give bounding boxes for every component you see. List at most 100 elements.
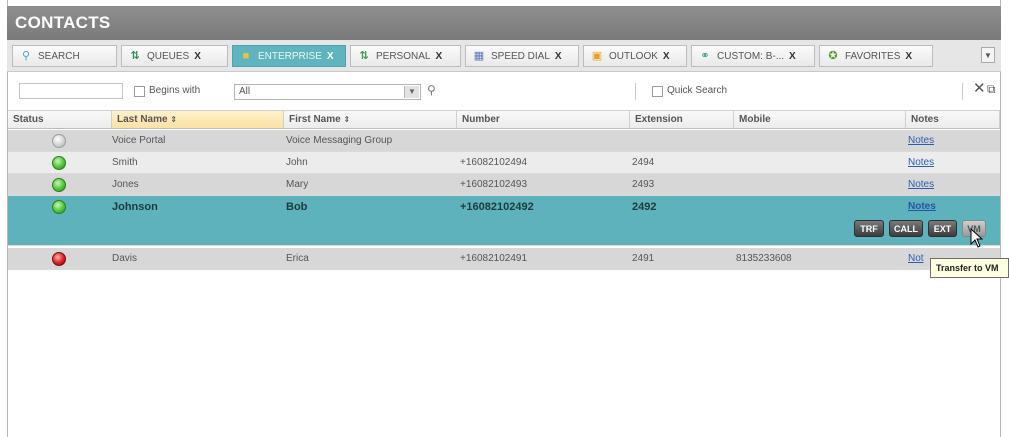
tooltip: Transfer to VM bbox=[930, 258, 1009, 278]
first-name-cell: Voice Messaging Group bbox=[286, 135, 393, 146]
status-busy-icon bbox=[52, 252, 66, 266]
begins-with-checkbox[interactable] bbox=[134, 86, 145, 97]
column-header-mobile[interactable]: Mobile bbox=[734, 110, 906, 129]
speed-dial-icon: ▦ bbox=[473, 50, 485, 62]
table-row[interactable]: Smith John +16082102494 2494 Notes bbox=[8, 152, 1000, 174]
sort-icon: ⇕ bbox=[343, 115, 351, 124]
column-header-label: Last Name bbox=[117, 114, 168, 125]
column-header-label: Number bbox=[462, 114, 500, 125]
tab-label: CUSTOM: B-... bbox=[717, 50, 785, 62]
number-cell: +16082102492 bbox=[460, 201, 534, 213]
tab-close-icon[interactable]: X bbox=[435, 51, 442, 62]
first-name-cell: Erica bbox=[286, 253, 309, 264]
personal-icon: ⇅ bbox=[359, 50, 369, 62]
tab-personal[interactable]: ⇅ PERSONAL X bbox=[350, 45, 461, 67]
notes-link[interactable]: Notes bbox=[908, 179, 934, 190]
first-name-cell: Mary bbox=[286, 179, 309, 190]
last-name-cell: Davis bbox=[112, 253, 138, 264]
table-row[interactable]: Voice Portal Voice Messaging Group Notes bbox=[8, 130, 1000, 152]
table-row[interactable]: Davis Erica +16082102491 2491 8135233608… bbox=[8, 248, 1000, 270]
sort-icon: ⇕ bbox=[170, 115, 178, 124]
tab-queues[interactable]: ⇅ QUEUES X bbox=[121, 45, 228, 67]
filter-select[interactable]: All ▼ bbox=[234, 84, 421, 100]
tab-close-icon[interactable]: X bbox=[327, 51, 334, 62]
status-available-icon bbox=[52, 200, 66, 214]
column-header-label: Mobile bbox=[739, 114, 771, 125]
tab-custom[interactable]: ⚭ CUSTOM: B-... X bbox=[691, 45, 815, 67]
chevron-down-icon: ▼ bbox=[404, 86, 419, 98]
first-name-cell: John bbox=[286, 157, 308, 168]
search-input[interactable] bbox=[19, 83, 123, 99]
column-header-label: Status bbox=[13, 114, 44, 125]
divider bbox=[962, 83, 963, 100]
popout-icon[interactable]: ⧉ bbox=[987, 82, 996, 97]
notes-link[interactable]: Not bbox=[908, 253, 924, 264]
status-available-icon bbox=[52, 178, 66, 192]
column-header-number[interactable]: Number bbox=[457, 110, 630, 129]
tab-favorites[interactable]: ✪ FAVORITES X bbox=[819, 45, 933, 67]
panel-title: CONTACTS bbox=[15, 13, 111, 32]
column-header-first-name[interactable]: First Name ⇕ bbox=[284, 110, 457, 129]
enterprise-icon: ■ bbox=[242, 50, 250, 62]
mouse-cursor-icon bbox=[970, 228, 984, 248]
last-name-cell: Smith bbox=[112, 157, 138, 168]
column-header-label: Notes bbox=[911, 114, 939, 125]
tab-label: ENTERPRISE bbox=[258, 50, 322, 62]
status-unknown-icon bbox=[52, 134, 66, 148]
tab-bar: ⚲ SEARCH ⇅ QUEUES X ■ ENTERPRISE X ⇅ PER… bbox=[7, 40, 1001, 72]
column-header-notes[interactable]: Notes bbox=[906, 110, 1000, 129]
notes-link[interactable]: Notes bbox=[908, 157, 934, 168]
tab-label: SPEED DIAL bbox=[491, 50, 550, 62]
filter-select-value: All bbox=[239, 86, 251, 97]
column-header-last-name[interactable]: Last Name ⇕ bbox=[112, 110, 284, 129]
first-name-cell: Bob bbox=[286, 201, 308, 213]
search-bar: Begins with All ▼ ⚲ Quick Search ✕ ⧉ bbox=[7, 75, 1001, 105]
notes-link[interactable]: Notes bbox=[908, 135, 934, 146]
begins-with-label: Begins with bbox=[149, 85, 201, 96]
last-name-cell: Johnson bbox=[112, 201, 158, 213]
column-header-label: First Name bbox=[289, 114, 341, 125]
tab-close-icon[interactable]: X bbox=[905, 51, 912, 62]
quick-search-checkbox[interactable] bbox=[652, 86, 663, 97]
favorites-icon: ✪ bbox=[828, 50, 838, 62]
number-cell: +16082102491 bbox=[460, 253, 528, 264]
transfer-button[interactable]: TRF bbox=[854, 220, 884, 237]
search-icon[interactable]: ⚲ bbox=[427, 83, 436, 97]
column-header-label: Extension bbox=[635, 114, 683, 125]
clear-icon[interactable]: ✕ bbox=[973, 79, 986, 97]
number-cell: +16082102493 bbox=[460, 179, 528, 190]
tab-close-icon[interactable]: X bbox=[789, 51, 796, 62]
column-header-extension[interactable]: Extension bbox=[630, 110, 734, 129]
extension-cell: 2494 bbox=[632, 157, 655, 168]
tab-search[interactable]: ⚲ SEARCH bbox=[12, 45, 117, 67]
tab-close-icon[interactable]: X bbox=[663, 51, 670, 62]
table-row-selected[interactable]: Johnson Bob +16082102492 2492 Notes TRF … bbox=[8, 196, 1000, 246]
tab-outlook[interactable]: ▣ OUTLOOK X bbox=[583, 45, 687, 67]
quick-search-label: Quick Search bbox=[667, 85, 728, 96]
tab-label: OUTLOOK bbox=[609, 50, 658, 62]
divider bbox=[635, 83, 636, 100]
number-cell: +16082102494 bbox=[460, 157, 528, 168]
extension-button[interactable]: EXT bbox=[928, 220, 957, 237]
last-name-cell: Jones bbox=[112, 179, 139, 190]
title-bar: CONTACTS bbox=[7, 6, 1001, 40]
tab-label: PERSONAL bbox=[376, 50, 431, 62]
call-button[interactable]: CALL bbox=[889, 220, 923, 237]
chevron-down-icon: ▼ bbox=[984, 51, 992, 60]
custom-icon: ⚭ bbox=[700, 50, 710, 62]
tab-speed-dial[interactable]: ▦ SPEED DIAL X bbox=[465, 45, 579, 67]
tab-label: FAVORITES bbox=[845, 50, 901, 62]
mobile-cell: 8135233608 bbox=[736, 253, 792, 264]
tab-overflow-button[interactable]: ▼ bbox=[981, 47, 995, 63]
extension-cell: 2491 bbox=[632, 253, 655, 264]
extension-cell: 2493 bbox=[632, 179, 655, 190]
outlook-icon: ▣ bbox=[591, 50, 603, 62]
tab-close-icon[interactable]: X bbox=[194, 51, 201, 62]
notes-link[interactable]: Notes bbox=[908, 201, 936, 212]
table-row[interactable]: Jones Mary +16082102493 2493 Notes bbox=[8, 174, 1000, 196]
tab-close-icon[interactable]: X bbox=[555, 51, 562, 62]
last-name-cell: Voice Portal bbox=[112, 135, 166, 146]
column-header-status[interactable]: Status bbox=[8, 110, 112, 129]
tab-label: SEARCH bbox=[38, 50, 80, 62]
tab-enterprise[interactable]: ■ ENTERPRISE X bbox=[232, 45, 346, 67]
